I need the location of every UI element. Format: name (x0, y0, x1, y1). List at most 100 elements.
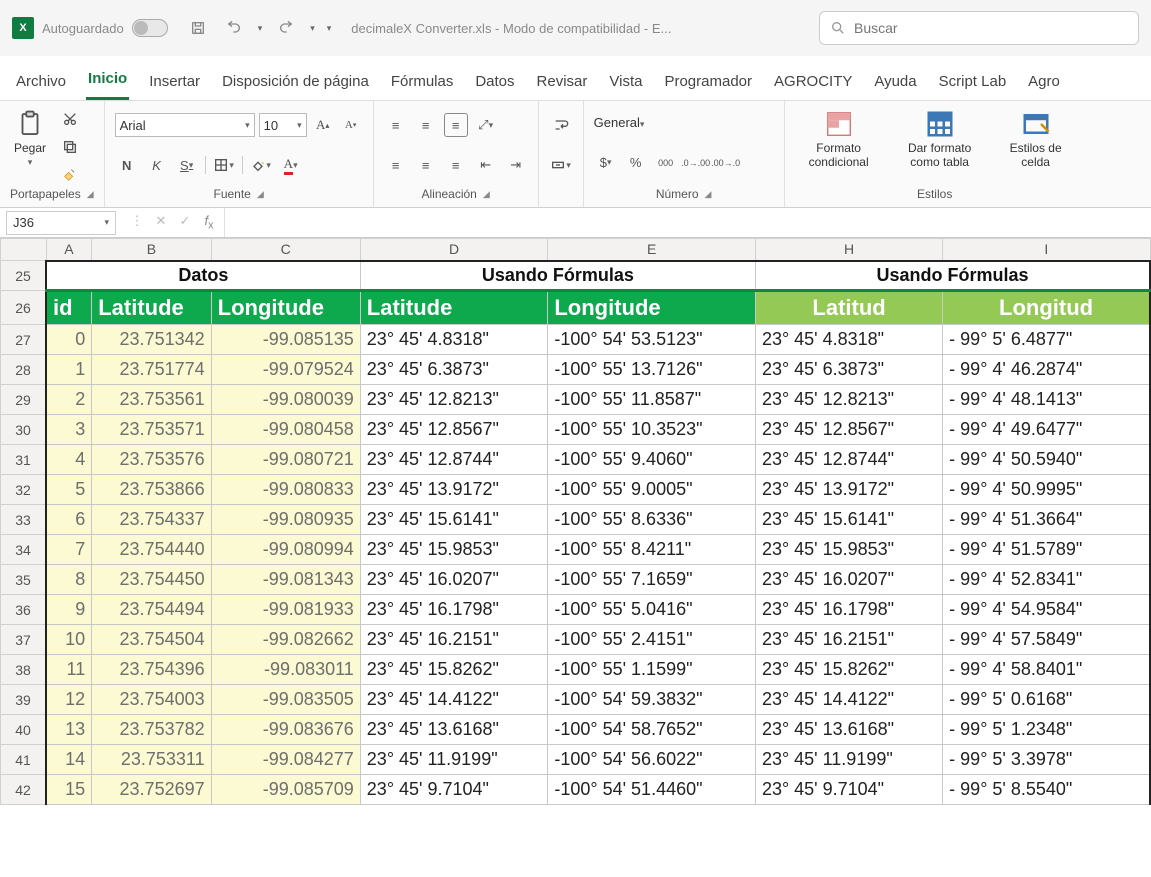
cell[interactable]: Longitude (548, 291, 756, 325)
tab-datos[interactable]: Datos (473, 67, 516, 100)
cell[interactable]: 23.754003 (92, 685, 211, 715)
cell[interactable]: 23.753311 (92, 745, 211, 775)
conditional-format-button[interactable]: Formato condicional (795, 107, 883, 171)
cell[interactable]: -99.085135 (211, 325, 360, 355)
cell[interactable]: 23° 45' 15.6141" (755, 505, 942, 535)
wrap-text-icon[interactable] (549, 113, 573, 137)
row-header[interactable]: 34 (1, 535, 47, 565)
cell[interactable]: -99.085709 (211, 775, 360, 805)
undo-dropdown-icon[interactable]: ▾ (258, 23, 263, 34)
row-header[interactable]: 32 (1, 475, 47, 505)
cell[interactable]: 23° 45' 16.2151" (755, 625, 942, 655)
cell[interactable]: - 99° 4' 46.2874" (943, 355, 1150, 385)
cell[interactable]: -99.080994 (211, 535, 360, 565)
cell[interactable]: -100° 55' 1.1599" (548, 655, 756, 685)
dialog-launcher-icon[interactable]: ◢ (257, 189, 264, 200)
row-header[interactable]: 36 (1, 595, 47, 625)
cell[interactable]: - 99° 4' 51.5789" (943, 535, 1150, 565)
cell[interactable]: id (46, 291, 92, 325)
cell[interactable]: -99.080458 (211, 415, 360, 445)
cell[interactable]: 23° 45' 11.9199" (360, 745, 548, 775)
fill-color-button[interactable]: ▾ (249, 153, 273, 177)
cell[interactable]: - 99° 4' 51.3664" (943, 505, 1150, 535)
font-color-button[interactable]: A▾ (279, 153, 303, 177)
cell[interactable]: 23.754494 (92, 595, 211, 625)
cell-styles-button[interactable]: Estilos de celda (997, 107, 1075, 171)
paste-button[interactable]: Pegar ▾ (10, 107, 50, 170)
cell[interactable]: -100° 55' 8.4211" (548, 535, 756, 565)
row-header[interactable]: 28 (1, 355, 47, 385)
cell[interactable]: 23.753576 (92, 445, 211, 475)
cell[interactable]: -99.080721 (211, 445, 360, 475)
dialog-launcher-icon[interactable]: ◢ (87, 189, 94, 200)
cell[interactable]: - 99° 4' 48.1413" (943, 385, 1150, 415)
cell[interactable]: Latitude (360, 291, 548, 325)
align-center-icon[interactable]: ≡ (414, 153, 438, 177)
dialog-launcher-icon[interactable]: ◢ (483, 189, 490, 200)
col-header[interactable]: B (92, 239, 211, 261)
cell[interactable]: - 99° 5' 6.4877" (943, 325, 1150, 355)
tab-revisar[interactable]: Revisar (535, 67, 590, 100)
cell[interactable]: 12 (46, 685, 92, 715)
tab-agrocity[interactable]: AGROCITY (772, 67, 854, 100)
cell[interactable]: -99.083011 (211, 655, 360, 685)
cell[interactable]: - 99° 4' 50.9995" (943, 475, 1150, 505)
cell[interactable]: -100° 54' 58.7652" (548, 715, 756, 745)
cell[interactable]: 23.754396 (92, 655, 211, 685)
cell[interactable]: -100° 55' 11.8587" (548, 385, 756, 415)
cell[interactable]: Usando Fórmulas (360, 261, 755, 291)
cell[interactable]: 23° 45' 6.3873" (755, 355, 942, 385)
cell[interactable]: 23° 45' 15.9853" (360, 535, 548, 565)
cell[interactable]: 6 (46, 505, 92, 535)
cell[interactable]: 23.754440 (92, 535, 211, 565)
cell[interactable]: 23.754450 (92, 565, 211, 595)
cell[interactable]: Longitud (943, 291, 1150, 325)
tab-inicio[interactable]: Inicio (86, 64, 129, 100)
cell[interactable]: - 99° 4' 54.9584" (943, 595, 1150, 625)
accounting-format-icon[interactable]: $▾ (594, 151, 618, 175)
cell[interactable]: -100° 55' 8.6336" (548, 505, 756, 535)
cell[interactable]: 23° 45' 15.8262" (360, 655, 548, 685)
redo-icon[interactable] (274, 16, 298, 40)
cell[interactable]: 23° 45' 16.2151" (360, 625, 548, 655)
cell[interactable]: 14 (46, 745, 92, 775)
row-header[interactable]: 25 (1, 261, 47, 291)
tab-script-lab[interactable]: Script Lab (937, 67, 1009, 100)
cell[interactable]: 23° 45' 16.0207" (755, 565, 942, 595)
cell[interactable]: 23.752697 (92, 775, 211, 805)
tab-agro[interactable]: Agro (1026, 67, 1062, 100)
increase-indent-icon[interactable]: ⇥ (504, 153, 528, 177)
cell[interactable]: 23° 45' 16.1798" (755, 595, 942, 625)
row-header[interactable]: 30 (1, 415, 47, 445)
cell[interactable]: - 99° 5' 1.2348" (943, 715, 1150, 745)
cell[interactable]: 1 (46, 355, 92, 385)
align-bottom-icon[interactable]: ≡ (444, 113, 468, 137)
row-header[interactable]: 33 (1, 505, 47, 535)
tab-insertar[interactable]: Insertar (147, 67, 202, 100)
name-box[interactable]: J36▾ (6, 211, 116, 235)
tab-programador[interactable]: Programador (662, 67, 754, 100)
col-header[interactable]: D (360, 239, 548, 261)
cell[interactable]: 0 (46, 325, 92, 355)
cell[interactable]: 23.754504 (92, 625, 211, 655)
align-middle-icon[interactable]: ≡ (414, 113, 438, 137)
row-header[interactable]: 27 (1, 325, 47, 355)
cell[interactable]: 4 (46, 445, 92, 475)
decrease-indent-icon[interactable]: ⇤ (474, 153, 498, 177)
cell[interactable]: 23.753561 (92, 385, 211, 415)
cell[interactable]: 23° 45' 14.4122" (755, 685, 942, 715)
cell[interactable]: 23.753866 (92, 475, 211, 505)
cell[interactable]: 9 (46, 595, 92, 625)
cell[interactable]: 23° 45' 12.8744" (360, 445, 548, 475)
align-left-icon[interactable]: ≡ (384, 153, 408, 177)
cell[interactable]: 23° 45' 12.8744" (755, 445, 942, 475)
autosave-toggle[interactable]: Autoguardado (42, 19, 168, 37)
tab-fórmulas[interactable]: Fórmulas (389, 67, 456, 100)
col-header[interactable]: A (46, 239, 92, 261)
copy-icon[interactable] (58, 135, 82, 159)
italic-button[interactable]: K (145, 153, 169, 177)
row-header[interactable]: 40 (1, 715, 47, 745)
cell[interactable]: -100° 55' 13.7126" (548, 355, 756, 385)
cell[interactable]: Usando Fórmulas (755, 261, 1150, 291)
number-format-select[interactable]: General▾ (594, 115, 774, 130)
